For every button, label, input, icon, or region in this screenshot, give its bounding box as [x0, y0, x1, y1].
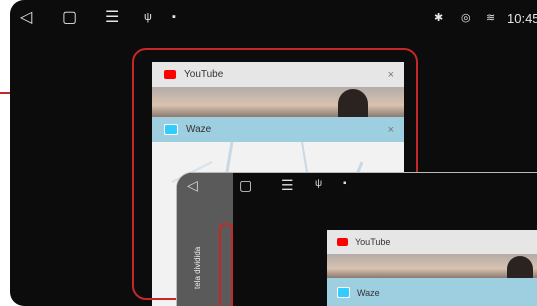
app-title: Waze [357, 287, 380, 298]
wifi-icon: ≋ [486, 12, 496, 24]
home-icon[interactable]: ▢ [62, 9, 77, 27]
status-bar: ◁ ▢ ☰ ψ ▪ ✱ ◎ ≋ 10:45 [10, 0, 537, 40]
inset-waze-card[interactable]: Waze [327, 278, 537, 306]
inset-youtube-card[interactable]: YouTube [327, 230, 537, 254]
split-highlight [219, 223, 233, 306]
usb-icon: ψ [315, 178, 323, 189]
split-screen-panel[interactable]: ◁ tela dividida [177, 173, 233, 306]
split-label: tela dividida [193, 246, 202, 289]
notification-icon: ▪ [172, 11, 176, 23]
menu-icon[interactable]: ☰ [105, 9, 119, 27]
clock: 10:45 [507, 11, 537, 26]
bluetooth-icon: ✱ [434, 12, 444, 24]
location-icon: ◎ [461, 12, 471, 24]
device-screen: ◁ ▢ ☰ ψ ▪ ✱ ◎ ≋ 10:45 YouTube × Waze × ◁… [10, 0, 537, 306]
back-icon[interactable]: ◁ [20, 9, 32, 27]
youtube-icon [337, 238, 348, 246]
app-title: YouTube [355, 237, 391, 247]
menu-icon[interactable]: ☰ [281, 177, 294, 194]
home-icon[interactable]: ▢ [239, 177, 252, 194]
usb-icon: ψ [144, 11, 152, 23]
zoom-inset: ◁ tela dividida ▢ ☰ ψ ▪ YouTube Waze [176, 172, 537, 306]
notification-icon: ▪ [343, 178, 347, 189]
waze-icon [337, 287, 350, 298]
back-icon[interactable]: ◁ [187, 177, 198, 194]
inset-youtube-thumbnail [327, 254, 537, 282]
